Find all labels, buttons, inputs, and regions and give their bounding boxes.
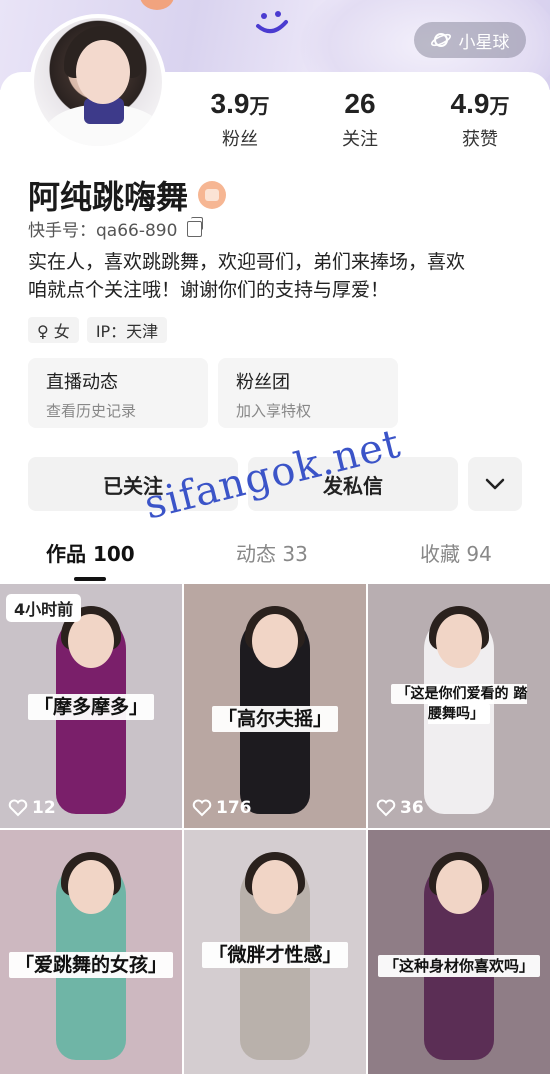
gender-tag: ♀ 女 [28,317,79,343]
avatar[interactable] [30,14,166,150]
ip-tag: IP：天津 [86,317,168,343]
fan-club-card[interactable]: 粉丝团 加入享特权 [218,358,398,428]
live-history-card[interactable]: 直播动态 查看历史记录 [28,358,208,428]
profile-tags: ♀ 女 IP：天津 [28,317,168,343]
video-caption: 「爱跳舞的女孩」 [8,952,173,978]
stat-following[interactable]: 26 关注 [300,88,420,151]
smile-decoration-icon [256,11,288,34]
likes-count: 176 [192,798,252,818]
chevron-down-icon [485,478,505,490]
likes-count: 12 [8,798,56,818]
heart-icon [192,799,212,817]
feature-cards: 直播动态 查看历史记录 粉丝团 加入享特权 [28,358,398,428]
copy-icon[interactable] [187,216,204,237]
stat-label: 粉丝 [222,129,258,150]
video-caption: 「这是你们爱看的 踏腰舞吗」 [390,684,528,724]
tab-favorites[interactable]: 收藏 94 [420,538,492,567]
planet-button[interactable]: 小星球 [414,22,526,58]
video-thumbnail[interactable]: 「这是你们爱看的 踏腰舞吗」 36 [368,584,550,828]
tab-indicator [74,577,106,581]
tab-moments[interactable]: 动态 33 [236,538,308,567]
stats-row: 3.9万 粉丝 26 关注 4.9万 获赞 [180,88,540,151]
heart-icon [8,799,28,817]
kuaishou-id: 快手号：qa66-890 [28,216,204,241]
video-caption: 「摩多摩多」 [27,694,154,720]
message-button[interactable]: 发私信 [248,457,458,511]
video-caption: 「这种身材你喜欢吗」 [377,955,540,977]
planet-label: 小星球 [458,32,510,53]
video-thumbnail[interactable]: 4小时前 「摩多摩多」 12 [0,584,182,828]
video-caption: 「高尔夫摇」 [211,706,338,732]
likes-count: 36 [376,798,424,818]
stat-fans[interactable]: 3.9万 粉丝 [180,88,300,151]
video-thumbnail[interactable]: 「高尔夫摇」 176 [184,584,366,828]
video-thumbnail[interactable]: 「这种身材你喜欢吗」 [368,830,550,1074]
video-thumbnail[interactable]: 「微胖才性感」 [184,830,366,1074]
planet-icon [430,33,451,47]
level-badge-icon[interactable] [198,181,227,209]
video-thumbnail[interactable]: 「爱跳舞的女孩」 [0,830,182,1074]
followed-button[interactable]: 已关注 [28,457,238,511]
content-tabs: 作品 100 动态 33 收藏 94 [0,538,550,584]
more-button[interactable] [468,457,522,511]
stat-label: 关注 [342,129,378,150]
heart-icon [376,799,396,817]
tab-works[interactable]: 作品 100 [46,538,135,567]
time-badge: 4小时前 [6,594,82,622]
profile-bio: 实在人，喜欢跳跳舞，欢迎哥们，弟们来捧场，喜欢 咱就点个关注哦！谢谢你们的支持与… [28,251,466,301]
stat-label: 获赞 [462,129,498,150]
stat-likes[interactable]: 4.9万 获赞 [420,88,540,151]
video-grid: 4小时前 「摩多摩多」 12 「高尔夫摇」 176 「这是你们爱看的 踏腰舞吗」… [0,584,550,1074]
profile-name: 阿纯跳嗨舞 [28,172,227,218]
banner-decoration [140,0,174,10]
video-caption: 「微胖才性感」 [202,942,348,968]
action-buttons: 已关注 发私信 [28,457,522,511]
